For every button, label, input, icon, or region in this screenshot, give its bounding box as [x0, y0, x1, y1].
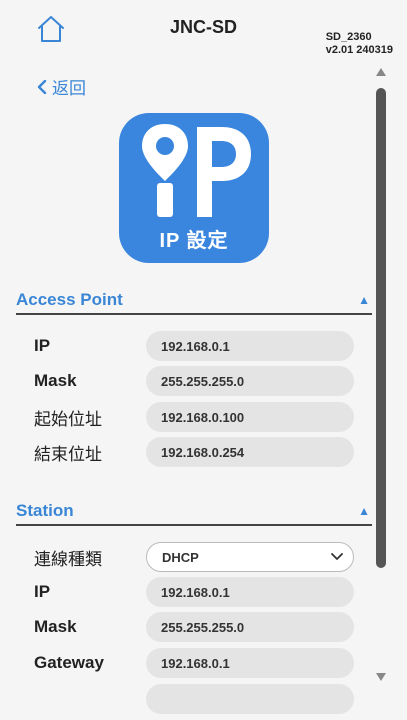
ap-start-address-field[interactable]: 192.168.0.100 [146, 402, 354, 432]
station-mask-row: Mask 255.255.255.0 [34, 612, 354, 642]
connection-type-value: DHCP [162, 549, 199, 565]
collapse-icon[interactable]: ▲ [358, 293, 370, 307]
scrollbar-thumb[interactable] [376, 88, 386, 568]
ap-ip-label: IP [34, 336, 51, 355]
station-mask-label: Mask [34, 617, 77, 636]
header: JNC-SD SD_2360 v2.01 240319 [0, 0, 407, 60]
station-gateway-label: Gateway [34, 653, 104, 672]
chevron-down-icon [331, 553, 343, 560]
ap-end-address-field[interactable]: 192.168.0.254 [146, 437, 354, 467]
ap-end-address-label: 結束位址 [34, 444, 102, 464]
device-id: SD_2360 [325, 31, 372, 43]
ap-end-address-row: 結束位址 192.168.0.254 [34, 437, 354, 467]
access-point-title: Access Point [16, 290, 123, 309]
ap-start-address-label: 起始位址 [34, 409, 102, 429]
station-mask-field[interactable]: 255.255.255.0 [146, 612, 354, 642]
device-info: SD_2360 v2.01 240319 [326, 31, 393, 57]
access-point-header[interactable]: Access Point ▲ [16, 287, 372, 315]
ap-start-address-row: 起始位址 192.168.0.100 [34, 402, 354, 432]
connection-type-select[interactable]: DHCP [146, 542, 354, 572]
collapse-icon[interactable]: ▲ [358, 504, 370, 518]
station-ip-row: IP 192.168.0.1 [34, 577, 354, 607]
ap-ip-field[interactable]: 192.168.0.1 [146, 331, 354, 361]
ap-mask-field[interactable]: 255.255.255.0 [146, 366, 354, 396]
scroll-up-arrow-icon[interactable] [375, 67, 387, 77]
ip-settings-logo: IP 設定 [119, 113, 269, 263]
chevron-left-icon [37, 79, 47, 94]
scrollbar[interactable] [373, 64, 389, 689]
station-ip-field[interactable]: 192.168.0.1 [146, 577, 354, 607]
back-label: 返回 [52, 79, 86, 98]
firmware-version: v2.01 240319 [325, 44, 393, 56]
station-connection-type-row: 連線種類 DHCP [34, 542, 354, 572]
station-gateway-row: Gateway 192.168.0.1 [34, 648, 354, 678]
connection-type-label: 連線種類 [34, 549, 102, 569]
back-button[interactable]: 返回 [36, 74, 86, 99]
station-next-field[interactable] [146, 684, 354, 714]
ap-ip-row: IP 192.168.0.1 [34, 331, 354, 361]
logo-caption: IP 設定 [159, 230, 229, 252]
ap-mask-label: Mask [34, 371, 77, 390]
station-ip-label: IP [34, 582, 51, 601]
station-header[interactable]: Station ▲ [16, 498, 372, 526]
scroll-down-arrow-icon[interactable] [375, 672, 387, 682]
station-gateway-field[interactable]: 192.168.0.1 [146, 648, 354, 678]
station-title: Station [16, 501, 74, 520]
ap-mask-row: Mask 255.255.255.0 [34, 366, 354, 396]
